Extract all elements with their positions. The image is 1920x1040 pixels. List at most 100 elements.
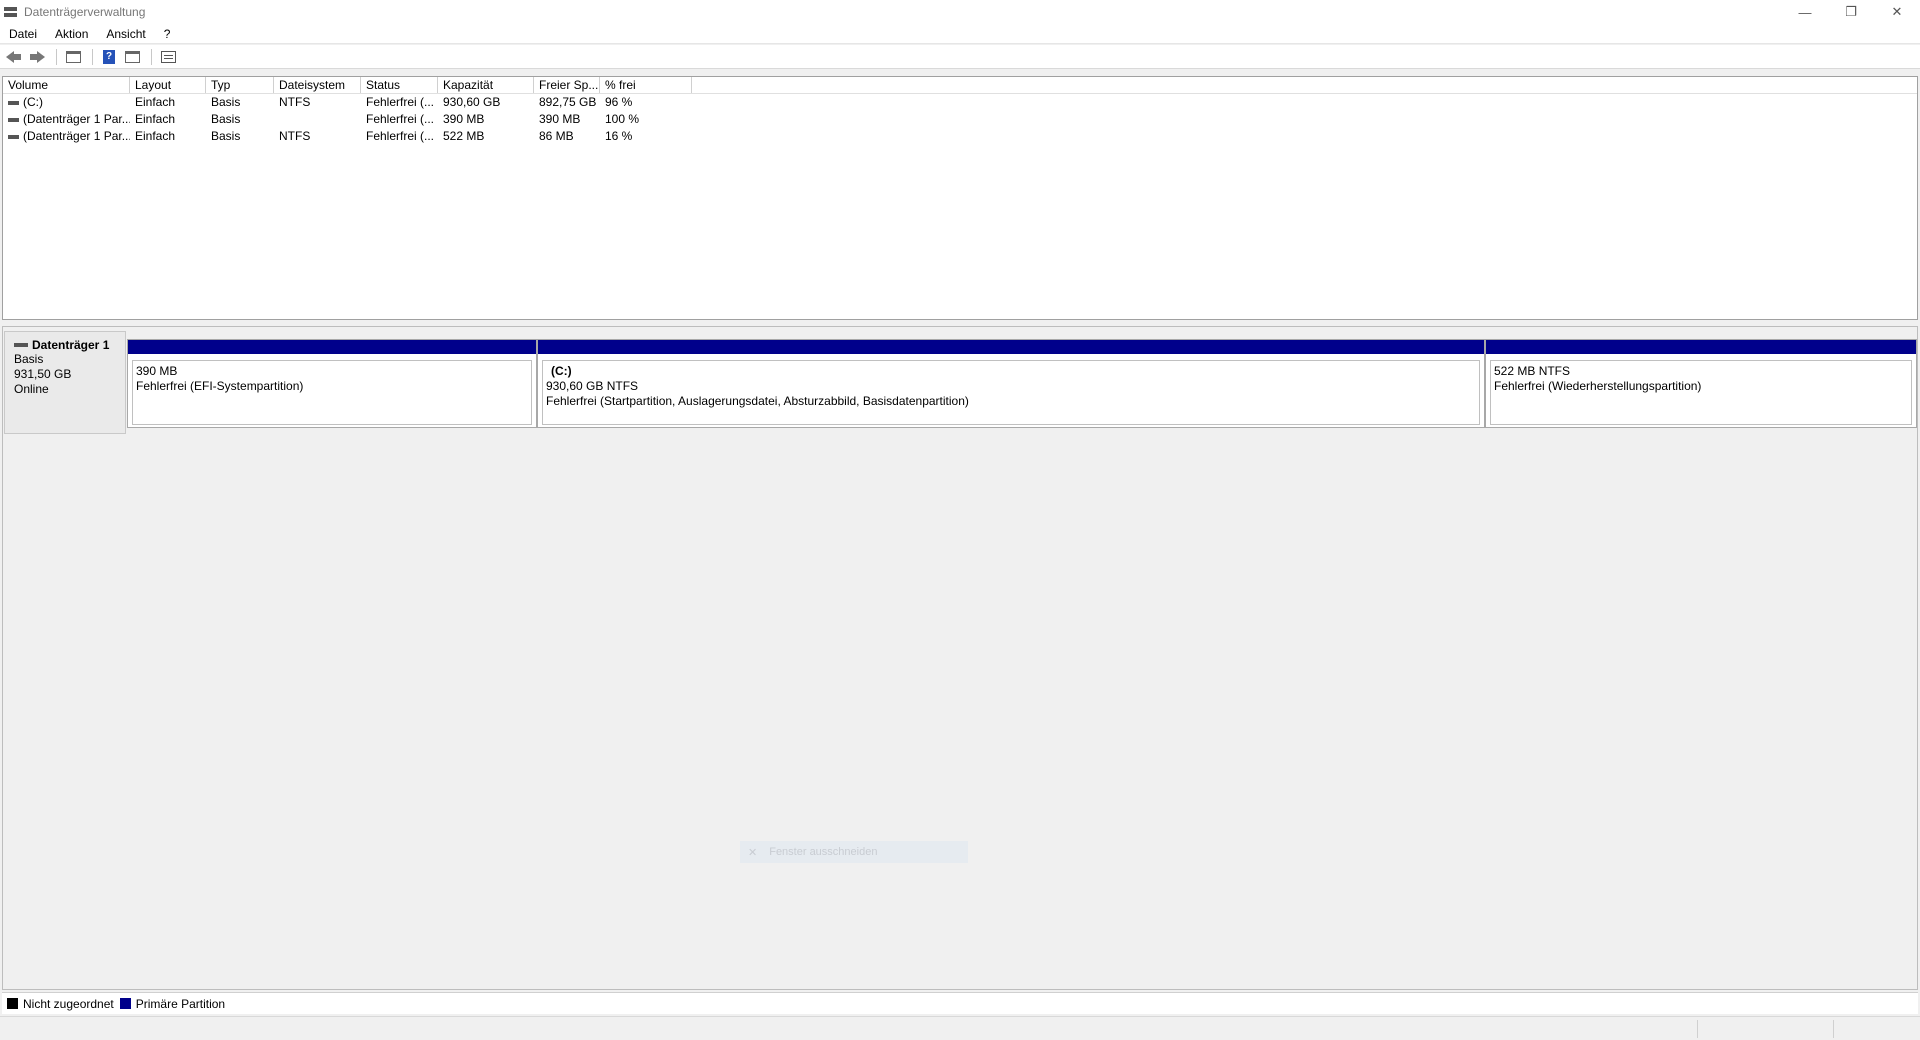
view-button[interactable] [158, 48, 178, 66]
close-icon: ✕ [1891, 4, 1903, 19]
toolbar-separator [56, 48, 57, 65]
column-layout[interactable]: Layout [130, 77, 206, 93]
status-bar [0, 1016, 1920, 1040]
typ-cell: Basis [211, 129, 241, 143]
partition-bar [1486, 340, 1916, 354]
primary-swatch [119, 998, 131, 1009]
partition-bar [538, 340, 1484, 354]
snip-window-hint: ✕ Fenster ausschneiden [740, 841, 968, 863]
restore-icon: ❐ [1845, 4, 1857, 19]
close-button[interactable]: ✕ [1874, 0, 1920, 24]
disk-management-app-icon [4, 6, 18, 18]
console-tree-button[interactable] [63, 48, 83, 66]
legend: Nicht zugeordnet Primäre Partition [2, 992, 1918, 1014]
volume-name: (Datenträger 1 Par... [23, 112, 130, 126]
status-separator [1697, 1020, 1698, 1038]
toolbar: ? [0, 45, 1920, 69]
partition-size: 390 MB [136, 364, 178, 378]
disk-name: Datenträger 1 [14, 338, 125, 352]
dateisystem-cell: NTFS [279, 129, 311, 143]
legend-label: Nicht zugeordnet [23, 996, 114, 1011]
window-title: Datenträgerverwaltung [24, 5, 146, 19]
view-icon [160, 50, 176, 63]
restore-button[interactable]: ❐ [1828, 0, 1874, 24]
partition-body: (C:) 930,60 GB NTFS Fehlerfrei (Startpar… [542, 360, 1480, 425]
title-bar: Datenträgerverwaltung — ❐ ✕ [0, 0, 1920, 24]
back-button[interactable] [4, 48, 24, 66]
table-row[interactable]: (C:) Einfach Basis NTFS Fehlerfrei (... … [3, 94, 1917, 111]
partition-c[interactable]: (C:) 930,60 GB NTFS Fehlerfrei (Startpar… [537, 339, 1485, 428]
status-separator [1833, 1020, 1834, 1038]
freier-speicher-cell: 390 MB [539, 112, 581, 126]
partition-size: 522 MB NTFS [1494, 364, 1571, 378]
menu-help[interactable]: ? [155, 27, 180, 41]
menu-datei[interactable]: Datei [0, 27, 46, 41]
menu-ansicht[interactable]: Ansicht [97, 27, 154, 41]
volume-cell: (C:) [3, 94, 130, 111]
minimize-icon: — [1798, 4, 1812, 20]
freier-speicher-cell: 86 MB [539, 129, 574, 143]
console-tree-icon [65, 50, 81, 63]
back-arrow-icon [6, 50, 22, 63]
toolbar-separator [151, 48, 152, 65]
partition-efi[interactable]: 390 MB Fehlerfrei (EFI-Systempartition) [127, 339, 537, 428]
layout-cell: Einfach [135, 129, 176, 143]
typ-cell: Basis [211, 112, 241, 126]
column-freier-speicher[interactable]: Freier Sp... [534, 77, 600, 93]
help-button[interactable]: ? [99, 48, 119, 66]
disk-name-text: Datenträger 1 [32, 338, 110, 352]
status-cell: Fehlerfrei (... [366, 95, 435, 109]
typ-cell: Basis [211, 95, 241, 109]
volume-name: (C:) [23, 95, 43, 109]
scissors-icon: ✕ [748, 846, 758, 859]
dateisystem-cell [274, 111, 361, 128]
properties-icon [124, 50, 140, 63]
column-kapazitaet[interactable]: Kapazität [438, 77, 534, 93]
disk-icon [14, 343, 28, 347]
drive-icon [8, 134, 19, 139]
prozent-frei-cell: 100 % [605, 112, 640, 126]
column-status[interactable]: Status [361, 77, 438, 93]
menu-bar: Datei Aktion Ansicht ? [0, 24, 1920, 44]
dateisystem-cell: NTFS [279, 95, 311, 109]
disk-graphical-view: Datenträger 1 Basis 931,50 GB Online 390… [2, 326, 1918, 990]
column-dateisystem[interactable]: Dateisystem [274, 77, 361, 93]
minimize-button[interactable]: — [1782, 0, 1828, 24]
volume-list: Volume Layout Typ Dateisystem Status Kap… [2, 76, 1918, 320]
status-cell: Fehlerfrei (... [366, 129, 435, 143]
drive-icon [8, 117, 19, 122]
legend-item-unallocated: Nicht zugeordnet [7, 997, 114, 1011]
partition-status: Fehlerfrei (Wiederherstellungspartition) [1494, 379, 1702, 393]
window-controls: — ❐ ✕ [1782, 0, 1920, 24]
legend-label: Primäre Partition [135, 996, 226, 1011]
disk-status: Online [14, 382, 49, 396]
disk-size: 931,50 GB [14, 367, 72, 381]
kapazitaet-cell: 390 MB [443, 112, 485, 126]
disk-label[interactable]: Datenträger 1 Basis 931,50 GB Online [4, 331, 126, 434]
status-cell: Fehlerfrei (... [366, 112, 435, 126]
unallocated-swatch [7, 998, 18, 1009]
table-row[interactable]: (Datenträger 1 Par... Einfach Basis NTFS… [3, 128, 1917, 145]
partition-bar [128, 340, 536, 354]
column-prozent-frei[interactable]: % frei [600, 77, 692, 93]
volume-name: (Datenträger 1 Par... [23, 129, 130, 143]
layout-cell: Einfach [135, 112, 176, 126]
help-icon: ? [103, 49, 115, 64]
column-typ[interactable]: Typ [206, 77, 274, 93]
table-row[interactable]: (Datenträger 1 Par... Einfach Basis Fehl… [3, 111, 1917, 128]
properties-button[interactable] [122, 48, 142, 66]
prozent-frei-cell: 16 % [605, 129, 633, 143]
toolbar-separator [92, 48, 93, 65]
forward-button[interactable] [27, 48, 47, 66]
prozent-frei-cell: 96 % [605, 95, 633, 109]
forward-arrow-icon [29, 50, 45, 63]
column-volume[interactable]: Volume [3, 77, 130, 93]
legend-item-primary: Primäre Partition [119, 996, 226, 1011]
partition-size: 930,60 GB NTFS [546, 379, 639, 393]
partition-body: 522 MB NTFS Fehlerfrei (Wiederherstellun… [1490, 360, 1912, 425]
partition-recovery[interactable]: 522 MB NTFS Fehlerfrei (Wiederherstellun… [1485, 339, 1917, 428]
kapazitaet-cell: 930,60 GB [443, 95, 501, 109]
layout-cell: Einfach [135, 95, 176, 109]
menu-aktion[interactable]: Aktion [46, 27, 97, 41]
partition-status: Fehlerfrei (Startpartition, Auslagerungs… [546, 394, 969, 408]
